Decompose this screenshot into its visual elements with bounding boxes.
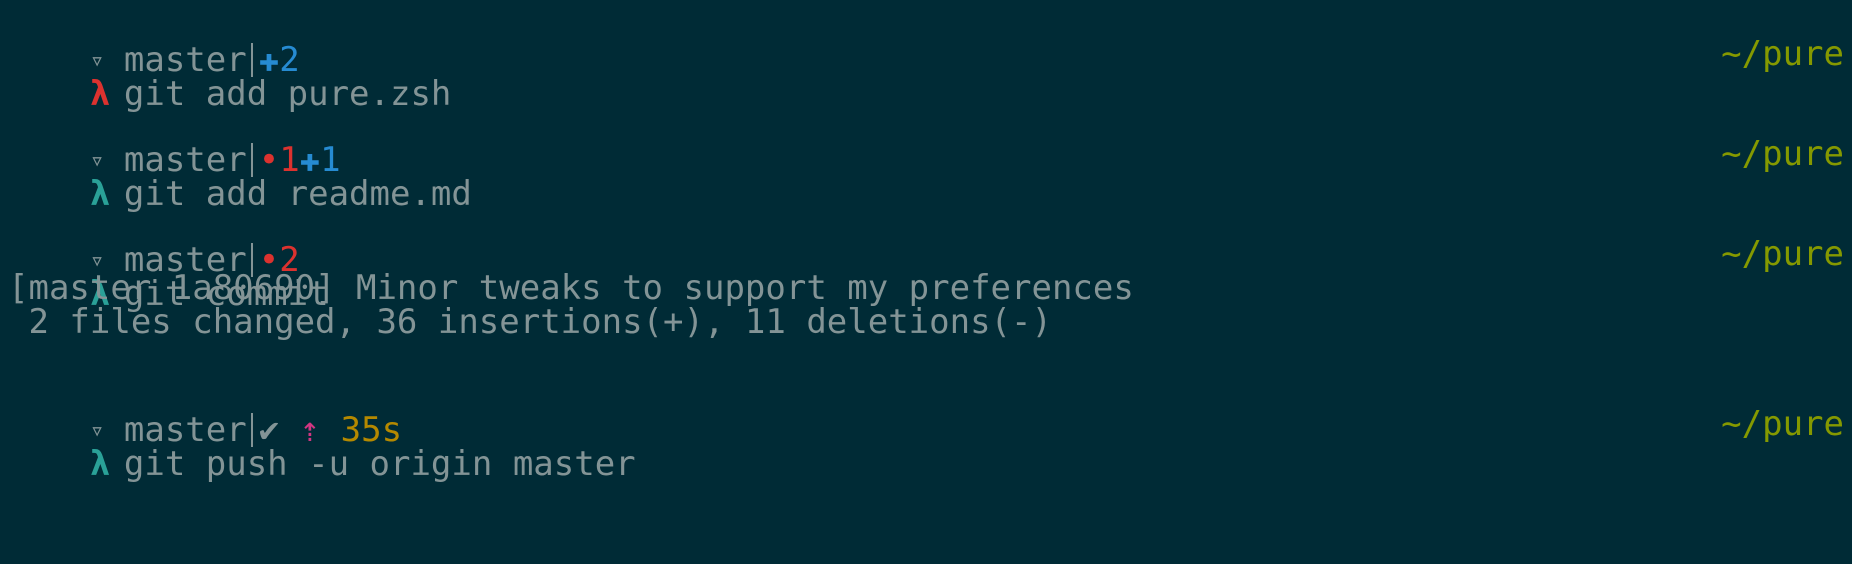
prompt-line[interactable]: λ git push -u origin master ~/pure bbox=[8, 404, 1844, 484]
command-input[interactable]: git push -u origin master bbox=[124, 444, 636, 484]
terminal-window[interactable]: ▿ master ✚2 λ git add pure.zsh ~/pure ▿ mast… bbox=[0, 0, 1852, 526]
current-path: ~/pure bbox=[1721, 404, 1844, 444]
prompt-line: λ git add pure.zsh ~/pure bbox=[8, 34, 1844, 114]
current-path: ~/pure bbox=[1721, 134, 1844, 174]
current-path: ~/pure bbox=[1721, 34, 1844, 74]
prompt-line: λ git add readme.md ~/pure bbox=[8, 134, 1844, 214]
command-output-line: 2 files changed, 36 insertions(+), 11 de… bbox=[8, 302, 1052, 342]
prompt-lambda-icon: λ bbox=[89, 444, 111, 484]
